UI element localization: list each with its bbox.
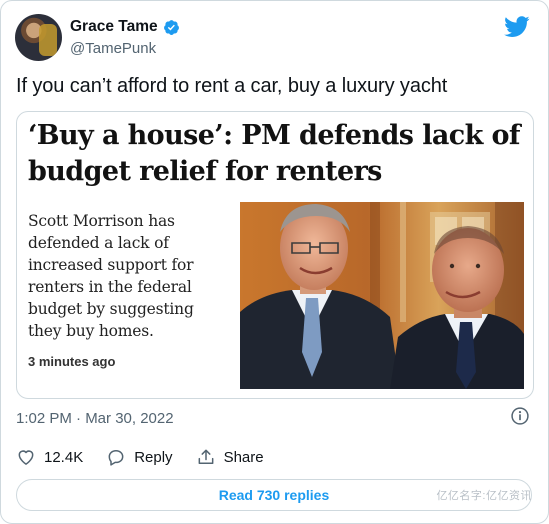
share-label: Share xyxy=(223,448,264,466)
tweet-card: Grace Tame @TamePunk If you can’t afford… xyxy=(0,0,549,524)
verified-badge-icon xyxy=(163,19,179,35)
share-icon xyxy=(198,449,213,464)
article-summary: Scott Morrison has defended a lack of in… xyxy=(28,212,194,340)
info-icon[interactable] xyxy=(510,406,530,426)
user-avatar[interactable] xyxy=(15,14,62,61)
like-button[interactable]: 12.4K xyxy=(16,447,83,467)
article-headline[interactable]: ‘Buy a house’: PM defends lack of budget… xyxy=(28,118,524,190)
tweet-text: If you can’t afford to rent a car, buy a… xyxy=(16,75,448,97)
article-age: 3 minutes ago xyxy=(28,354,116,369)
watermark-text: 亿亿名字:亿亿资讯 xyxy=(436,490,532,502)
article-link-card[interactable]: ‘Buy a house’: PM defends lack of budget… xyxy=(16,111,534,399)
tweet-timestamp[interactable]: 1:02 PM · Mar 30, 2022 xyxy=(16,410,174,427)
like-count: 12.4K xyxy=(44,448,84,466)
reply-bubble-icon xyxy=(108,450,124,466)
author-name[interactable]: Grace Tame xyxy=(70,18,158,36)
share-button[interactable]: Share xyxy=(196,447,264,467)
author-name-row: Grace Tame xyxy=(70,18,180,36)
reply-button[interactable]: Reply xyxy=(106,447,173,467)
reply-label: Reply xyxy=(134,448,173,466)
heart-icon xyxy=(18,450,34,465)
author-handle[interactable]: @TamePunk xyxy=(70,40,156,57)
tweet-actions: 12.4K Reply Share xyxy=(16,447,287,467)
twitter-bird-icon[interactable] xyxy=(504,16,530,38)
article-photo[interactable] xyxy=(240,202,524,389)
